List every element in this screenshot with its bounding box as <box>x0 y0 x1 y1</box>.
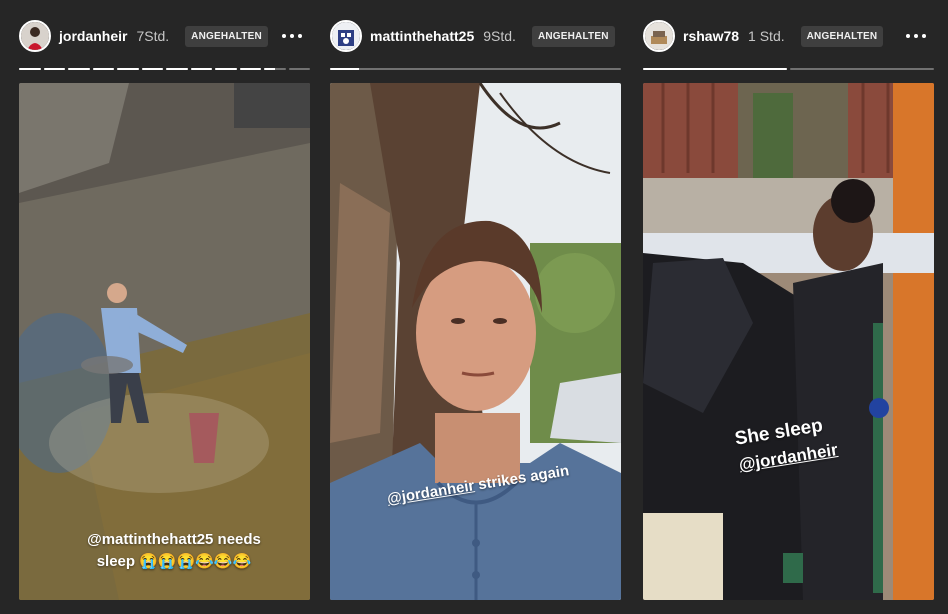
story-header: rshaw78 1 Std. ANGEHALTEN <box>643 18 934 54</box>
avatar[interactable] <box>330 20 362 52</box>
avatar[interactable] <box>643 20 675 52</box>
story-header: jordanheir 7Std. ANGEHALTEN <box>19 18 310 54</box>
progress-segment <box>239 68 261 70</box>
caption-line: @mattinthehatt25 needs <box>87 531 261 548</box>
progress-fill <box>264 68 275 70</box>
progress-segment <box>264 68 286 70</box>
progress-segment <box>68 68 90 70</box>
progress-segment <box>330 68 621 70</box>
progress-fill <box>19 68 41 70</box>
story-header: mattinthehatt25 9Std. ANGEHALTEN <box>330 18 621 54</box>
progress-segment <box>215 68 237 70</box>
progress-fill <box>330 68 360 70</box>
progress-bar <box>330 68 621 71</box>
more-options-icon[interactable] <box>278 30 306 42</box>
story-caption: @mattinthehatt25 needs sleep 😭😭😭😂😂😂 <box>69 529 279 573</box>
progress-segment <box>43 68 65 70</box>
progress-fill <box>190 68 212 70</box>
story-media[interactable]: @jordanheir strikes again <box>330 83 621 600</box>
progress-segment <box>141 68 163 70</box>
timestamp: 1 Std. <box>748 28 785 44</box>
story-card-1[interactable]: jordanheir 7Std. ANGEHALTEN @mattintheha… <box>19 0 310 614</box>
progress-segment <box>790 68 934 70</box>
paused-badge: ANGEHALTEN <box>185 25 268 47</box>
progress-bar <box>643 68 934 71</box>
username[interactable]: mattinthehatt25 <box>370 28 474 44</box>
paused-badge: ANGEHALTEN <box>531 25 615 47</box>
avatar[interactable] <box>19 20 51 52</box>
progress-fill <box>239 68 261 70</box>
paused-badge: ANGEHALTEN <box>800 25 884 47</box>
progress-fill <box>117 68 139 70</box>
timestamp: 9Std. <box>483 28 516 44</box>
progress-fill <box>215 68 237 70</box>
caption-line: sleep 😭😭😭😂😂😂 <box>96 553 252 570</box>
progress-segment <box>117 68 139 70</box>
story-media[interactable]: She sleep @jordanheir <box>643 83 934 600</box>
progress-segment <box>92 68 114 70</box>
story-card-3[interactable]: rshaw78 1 Std. ANGEHALTEN She sleep @jor… <box>643 0 934 614</box>
story-media[interactable]: @mattinthehatt25 needs sleep 😭😭😭😂😂😂 <box>19 83 310 600</box>
progress-fill <box>643 68 787 70</box>
progress-fill <box>141 68 163 70</box>
progress-fill <box>68 68 90 70</box>
progress-segment <box>19 68 41 70</box>
progress-segment <box>643 68 787 70</box>
timestamp: 7Std. <box>136 28 170 44</box>
username[interactable]: jordanheir <box>59 28 127 44</box>
story-card-2[interactable]: mattinthehatt25 9Std. ANGEHALTEN @jordan… <box>330 0 621 614</box>
progress-segment <box>166 68 188 70</box>
username[interactable]: rshaw78 <box>683 28 739 44</box>
progress-fill <box>92 68 114 70</box>
progress-segment <box>190 68 212 70</box>
more-options-icon[interactable] <box>902 30 930 42</box>
progress-fill <box>43 68 65 70</box>
progress-fill <box>166 68 188 70</box>
progress-segment <box>288 68 310 70</box>
progress-bar <box>19 68 310 71</box>
